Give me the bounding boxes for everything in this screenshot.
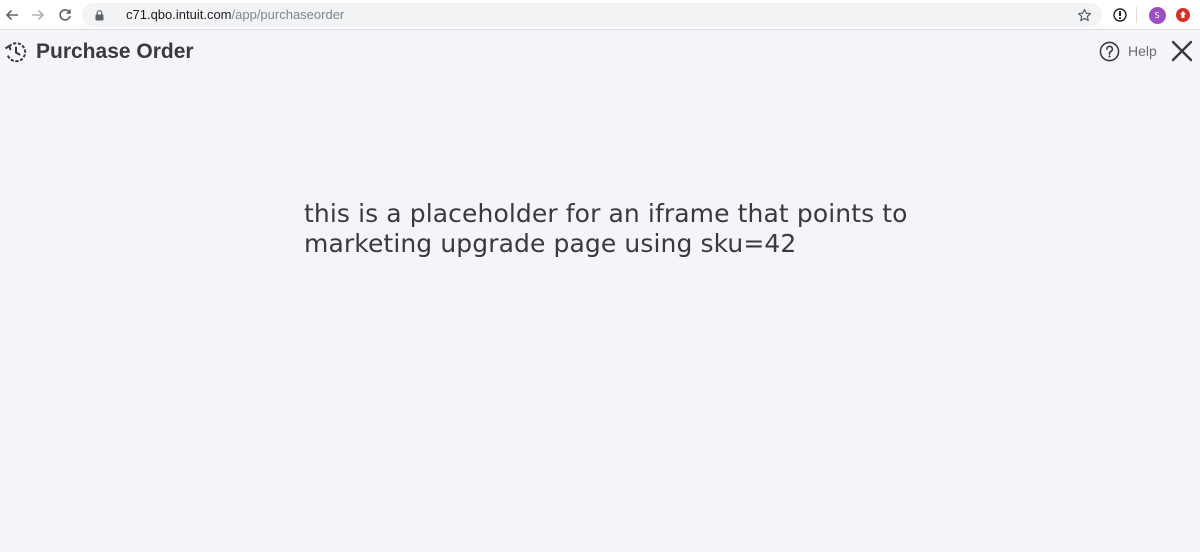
history-icon[interactable] bbox=[4, 40, 28, 64]
question-circle-icon bbox=[1099, 41, 1120, 61]
back-button[interactable] bbox=[1, 4, 23, 26]
iframe-placeholder-text: this is a placeholder for an iframe that… bbox=[304, 199, 908, 259]
star-icon[interactable] bbox=[1074, 5, 1094, 25]
red-extension-icon[interactable] bbox=[1173, 5, 1193, 25]
app-header: Purchase Order Help bbox=[0, 31, 1200, 73]
lock-icon[interactable] bbox=[93, 9, 105, 21]
help-label: Help bbox=[1128, 43, 1157, 59]
close-icon[interactable] bbox=[1170, 39, 1194, 63]
reload-icon bbox=[59, 9, 71, 21]
arrow-left-icon bbox=[5, 9, 18, 21]
page-title: Purchase Order bbox=[36, 40, 194, 63]
url-host: c71.qbo.intuit.com bbox=[126, 7, 232, 22]
placeholder-line: this is a placeholder for an iframe that… bbox=[304, 199, 908, 228]
toolbar-divider bbox=[1136, 7, 1137, 23]
help-button[interactable]: Help bbox=[1099, 39, 1157, 63]
browser-toolbar: c71.qbo.intuit.com/app/purchaseorder S bbox=[0, 0, 1200, 30]
arrow-right-icon bbox=[32, 9, 45, 21]
reload-button[interactable] bbox=[54, 4, 76, 26]
url-text: c71.qbo.intuit.com/app/purchaseorder bbox=[126, 7, 344, 23]
avatar: S bbox=[1148, 6, 1166, 24]
info-icon[interactable] bbox=[1110, 5, 1130, 25]
placeholder-line: marketing upgrade page using sku=42 bbox=[304, 229, 797, 258]
profile-button[interactable]: S bbox=[1147, 5, 1167, 25]
address-bar[interactable]: c71.qbo.intuit.com/app/purchaseorder bbox=[82, 3, 1102, 27]
url-path: /app/purchaseorder bbox=[231, 7, 345, 22]
forward-button[interactable] bbox=[27, 4, 49, 26]
